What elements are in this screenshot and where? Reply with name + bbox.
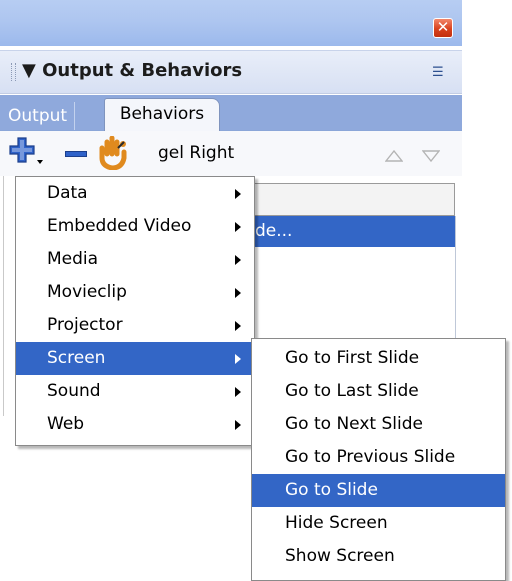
screen-submenu: Go to First Slide Go to Last Slide Go to… bbox=[251, 338, 506, 581]
behaviors-list-header bbox=[225, 183, 455, 216]
submenu-arrow-icon bbox=[235, 255, 241, 265]
selected-behavior-row[interactable]: de... bbox=[225, 216, 455, 247]
menu-item-web[interactable]: Web bbox=[16, 408, 254, 441]
submenu-arrow-icon bbox=[235, 387, 241, 397]
panel-left-edge bbox=[3, 176, 4, 416]
menu-item-label: Media bbox=[47, 249, 99, 269]
menu-item-label: Projector bbox=[47, 315, 123, 335]
menu-item-go-to-first-slide[interactable]: Go to First Slide bbox=[252, 342, 505, 375]
menu-item-go-to-slide[interactable]: Go to Slide bbox=[252, 474, 505, 507]
close-icon[interactable]: ✕ bbox=[433, 18, 453, 38]
menu-item-go-to-last-slide[interactable]: Go to Last Slide bbox=[252, 375, 505, 408]
submenu-arrow-icon bbox=[235, 288, 241, 298]
menu-item-label: Web bbox=[47, 414, 85, 434]
menu-item-media[interactable]: Media bbox=[16, 243, 254, 276]
menu-item-show-screen[interactable]: Show Screen bbox=[252, 540, 505, 573]
panel-header[interactable]: ▼ Output & Behaviors ☰ bbox=[0, 50, 462, 94]
panel-titlebar[interactable]: ✕ bbox=[0, 0, 462, 46]
menu-item-go-to-next-slide[interactable]: Go to Next Slide bbox=[252, 408, 505, 441]
tab-output[interactable]: Output bbox=[1, 102, 76, 130]
menu-item-go-to-previous-slide[interactable]: Go to Previous Slide bbox=[252, 441, 505, 474]
panel-title[interactable]: ▼ Output & Behaviors bbox=[22, 60, 242, 81]
menu-item-movieclip[interactable]: Movieclip bbox=[16, 276, 254, 309]
behavior-category-menu: Data Embedded Video Media Movieclip Proj… bbox=[15, 176, 255, 446]
collapse-arrow-icon[interactable]: ▼ bbox=[22, 60, 36, 81]
move-up-icon[interactable] bbox=[384, 147, 404, 167]
remove-behavior-icon[interactable] bbox=[65, 151, 87, 157]
menu-item-hide-screen[interactable]: Hide Screen bbox=[252, 507, 505, 540]
submenu-arrow-icon bbox=[235, 222, 241, 232]
menu-item-embedded-video[interactable]: Embedded Video bbox=[16, 210, 254, 243]
tab-bar: Output Behaviors bbox=[0, 95, 462, 131]
move-down-icon[interactable] bbox=[421, 147, 441, 167]
tab-behaviors[interactable]: Behaviors bbox=[104, 98, 220, 131]
submenu-arrow-icon bbox=[235, 321, 241, 331]
options-menu-icon[interactable]: ☰ bbox=[432, 66, 450, 80]
menu-item-label: Sound bbox=[47, 381, 101, 401]
event-handler-icon[interactable] bbox=[96, 136, 130, 170]
drag-grip-icon[interactable] bbox=[11, 63, 16, 81]
behaviors-toolbar: gel Right bbox=[0, 131, 462, 176]
submenu-arrow-icon bbox=[235, 189, 241, 199]
submenu-arrow-icon bbox=[235, 420, 241, 430]
add-behavior-icon[interactable] bbox=[8, 136, 46, 168]
instance-name-label: gel Right bbox=[158, 143, 235, 163]
menu-item-screen[interactable]: Screen bbox=[16, 342, 254, 375]
menu-item-sound[interactable]: Sound bbox=[16, 375, 254, 408]
panel-title-text: Output & Behaviors bbox=[42, 60, 243, 81]
menu-item-label: Screen bbox=[47, 348, 106, 368]
menu-item-projector[interactable]: Projector bbox=[16, 309, 254, 342]
menu-item-label: Movieclip bbox=[47, 282, 127, 302]
menu-item-data[interactable]: Data bbox=[16, 177, 254, 210]
menu-item-label: Embedded Video bbox=[47, 216, 192, 236]
menu-item-label: Data bbox=[47, 183, 88, 203]
submenu-arrow-icon bbox=[235, 354, 241, 364]
